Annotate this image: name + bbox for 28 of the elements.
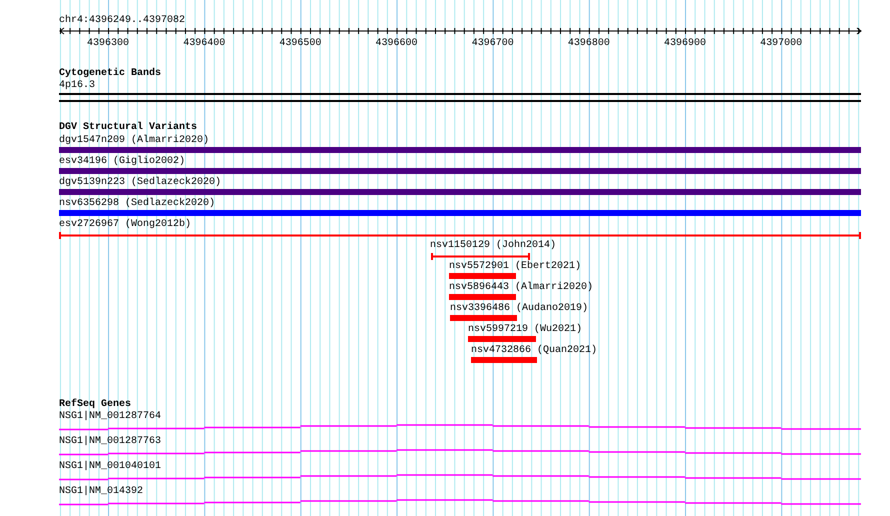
ruler-tick-label: 4396800 <box>568 38 610 49</box>
location-label: chr4:4396249..4397082 <box>59 15 186 27</box>
ruler-tick-label: 4396400 <box>183 38 226 49</box>
ruler-tick-label: 4397000 <box>760 38 802 49</box>
ruler-tick-label: 4396500 <box>279 38 322 49</box>
gene-label: NSG1|NM_001287763 <box>59 436 162 448</box>
gene-label: NSG1|NM_001287764 <box>59 411 162 423</box>
ruler-tick-label: 4396300 <box>87 38 130 49</box>
variant-label: esv2726967 (Wong2012b) <box>59 219 192 231</box>
variant-label: nsv3396486 (Audano2019) <box>450 303 588 315</box>
variant-label: dgv5139n223 (Sedlazeck2020) <box>59 177 222 189</box>
variant-label: nsv5572901 (Ebert2021) <box>449 261 582 273</box>
ruler-tick-label: 4396700 <box>472 38 514 49</box>
track-title: RefSeq Genes <box>59 399 132 410</box>
ruler-tick-label: 4396900 <box>664 38 706 49</box>
gene-label: NSG1|NM_014392 <box>59 486 144 498</box>
variant-label: dgv1547n209 (Almarri2020) <box>59 135 210 147</box>
gene-label: NSG1|NM_001040101 <box>59 461 162 473</box>
variant-label: nsv6356298 (Sedlazeck2020) <box>59 198 216 210</box>
variant-label: esv34196 (Giglio2002) <box>59 156 186 168</box>
variant-label: nsv5896443 (Almarri2020) <box>449 282 594 294</box>
track-title: Cytogenetic Bands <box>59 68 162 80</box>
ruler-tick-label: 4396600 <box>376 38 418 49</box>
variant-label: nsv1150129 (John2014) <box>430 240 556 252</box>
variant-label: nsv5997219 (Wu2021) <box>468 324 582 336</box>
variant-label: nsv4732866 (Quan2021) <box>471 345 598 357</box>
band-label: 4p16.3 <box>59 80 96 92</box>
track-title: DGV Structural Variants <box>59 122 198 134</box>
